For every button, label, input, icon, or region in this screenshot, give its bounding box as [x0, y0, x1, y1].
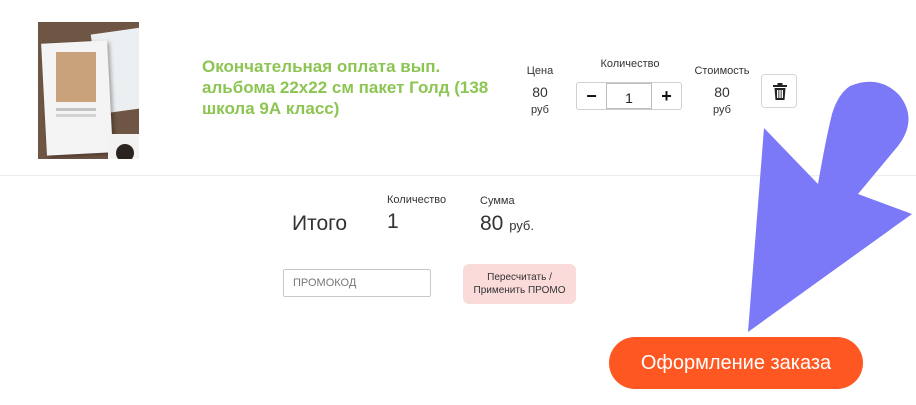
- price-unit: руб: [531, 104, 549, 116]
- recalculate-promo-button[interactable]: Пересчитать / Применить ПРОМО: [463, 264, 576, 304]
- total-sum-unit: руб.: [509, 218, 534, 233]
- increase-button[interactable]: +: [652, 83, 681, 109]
- album-text-lines-decor: [56, 108, 96, 111]
- product-image[interactable]: [38, 22, 139, 159]
- total-quantity-label: Количество: [387, 194, 447, 206]
- product-title[interactable]: Окончательная оплата вып. альбома 22х22 …: [202, 56, 502, 119]
- price-label: Цена: [526, 65, 554, 77]
- checkout-label: Оформление заказа: [640, 351, 832, 374]
- quantity-input[interactable]: 1: [606, 83, 652, 109]
- total-sum: 80 руб.: [480, 212, 534, 236]
- album-face-decor: [116, 144, 134, 159]
- checkout-button[interactable]: Оформление заказа: [609, 337, 863, 389]
- decrease-button[interactable]: −: [577, 83, 606, 109]
- total-sum-label: Сумма: [480, 195, 515, 207]
- recalc-label-line1: Пересчитать /: [487, 272, 552, 283]
- price-value: 80: [532, 84, 548, 100]
- recalc-label-line2: Применить ПРОМО: [473, 285, 566, 296]
- quantity-stepper: − 1 +: [576, 82, 682, 110]
- arrow-icon: [748, 81, 912, 332]
- quantity-label: Количество: [600, 58, 660, 70]
- cost-value: 80: [714, 84, 730, 100]
- cost-unit: руб: [713, 104, 731, 116]
- total-sum-value: 80: [480, 212, 504, 235]
- promo-code-input[interactable]: ПРОМОКОД: [283, 269, 431, 297]
- total-label: Итого: [292, 212, 348, 235]
- album-portrait-decor: [56, 52, 96, 102]
- cost-label: Стоимость: [694, 65, 750, 77]
- total-quantity-value: 1: [387, 210, 399, 233]
